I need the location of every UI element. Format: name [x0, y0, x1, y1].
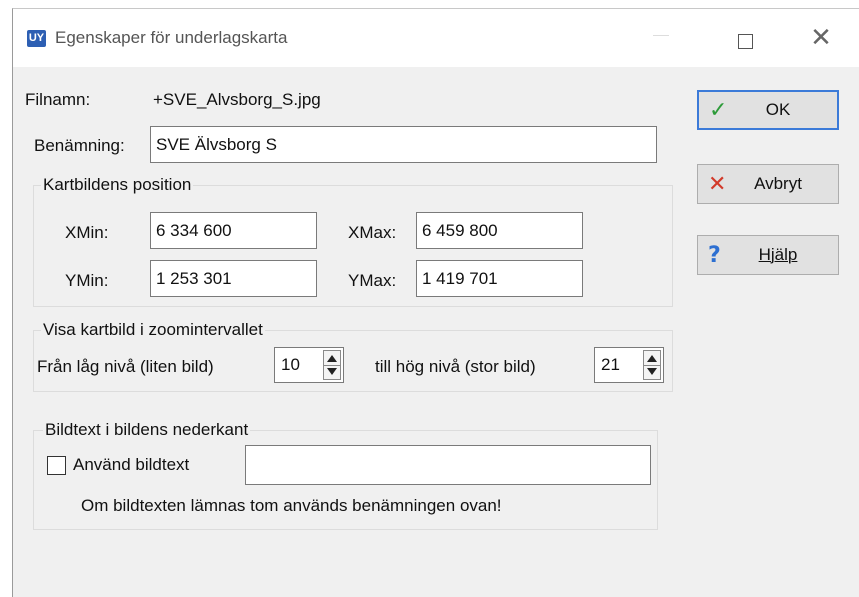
position-legend: Kartbildens position — [41, 175, 194, 195]
cross-icon: ✕ — [708, 171, 727, 197]
xmax-input[interactable]: 6 459 800 — [416, 212, 583, 249]
minimize-hint — [653, 35, 669, 36]
name-label: Benämning: — [34, 136, 125, 155]
zoom-from-label: Från låg nivå (liten bild) — [37, 357, 214, 376]
filename-value: +SVE_Alvsborg_S.jpg — [153, 90, 321, 109]
zoom-from-value: 10 — [281, 355, 300, 374]
xmin-input[interactable]: 6 334 600 — [150, 212, 317, 249]
close-button[interactable]: ✕ — [801, 21, 841, 55]
maximize-icon — [737, 33, 753, 49]
cancel-button[interactable]: ✕ Avbryt — [697, 164, 839, 204]
checkmark-icon: ✓ — [709, 97, 728, 123]
ymin-input[interactable]: 1 253 301 — [150, 260, 317, 297]
ok-label: OK — [765, 100, 791, 119]
ymin-label: YMin: — [65, 271, 109, 290]
zoom-from-stepper[interactable]: 10 — [274, 347, 344, 383]
properties-dialog: UY Egenskaper för underlagskarta ✕ Filna… — [12, 8, 859, 597]
help-label: Hjälp — [758, 245, 798, 264]
spin-down-icon — [647, 368, 657, 375]
spin-down-icon — [327, 368, 337, 375]
question-icon: ? — [708, 242, 721, 268]
zoom-from-spin-arrows[interactable] — [323, 350, 341, 380]
spin-up-icon — [647, 355, 657, 362]
zoom-to-label: till hög nivå (stor bild) — [375, 357, 536, 376]
caption-legend: Bildtext i bildens nederkant — [43, 420, 251, 440]
ok-button[interactable]: ✓ OK — [697, 90, 839, 130]
name-input[interactable]: SVE Älvsborg S — [150, 126, 657, 163]
title-bar: UY Egenskaper för underlagskarta ✕ — [13, 9, 859, 67]
zoom-legend: Visa kartbild i zoomintervallet — [41, 320, 265, 340]
map-app-icon: UY — [27, 30, 46, 47]
help-button[interactable]: ? Hjälp — [697, 235, 839, 275]
xmax-label: XMax: — [348, 223, 397, 242]
close-icon: ✕ — [810, 23, 832, 53]
zoom-to-spin-arrows[interactable] — [643, 350, 661, 380]
use-caption-label[interactable]: Använd bildtext — [73, 455, 189, 475]
ymax-label: YMax: — [348, 271, 397, 290]
caption-text-input[interactable] — [245, 445, 651, 485]
filename-label: Filnamn: — [25, 90, 91, 109]
zoom-to-stepper[interactable]: 21 — [594, 347, 664, 383]
caption-note: Om bildtexten lämnas tom används benämni… — [81, 496, 502, 515]
xmin-label: XMin: — [65, 223, 109, 242]
ymax-input[interactable]: 1 419 701 — [416, 260, 583, 297]
maximize-button[interactable] — [725, 26, 765, 56]
window-title: Egenskaper för underlagskarta — [55, 28, 288, 47]
spin-up-icon — [327, 355, 337, 362]
use-caption-checkbox[interactable] — [47, 456, 66, 475]
zoom-to-value: 21 — [601, 355, 620, 374]
cancel-label: Avbryt — [754, 174, 802, 193]
